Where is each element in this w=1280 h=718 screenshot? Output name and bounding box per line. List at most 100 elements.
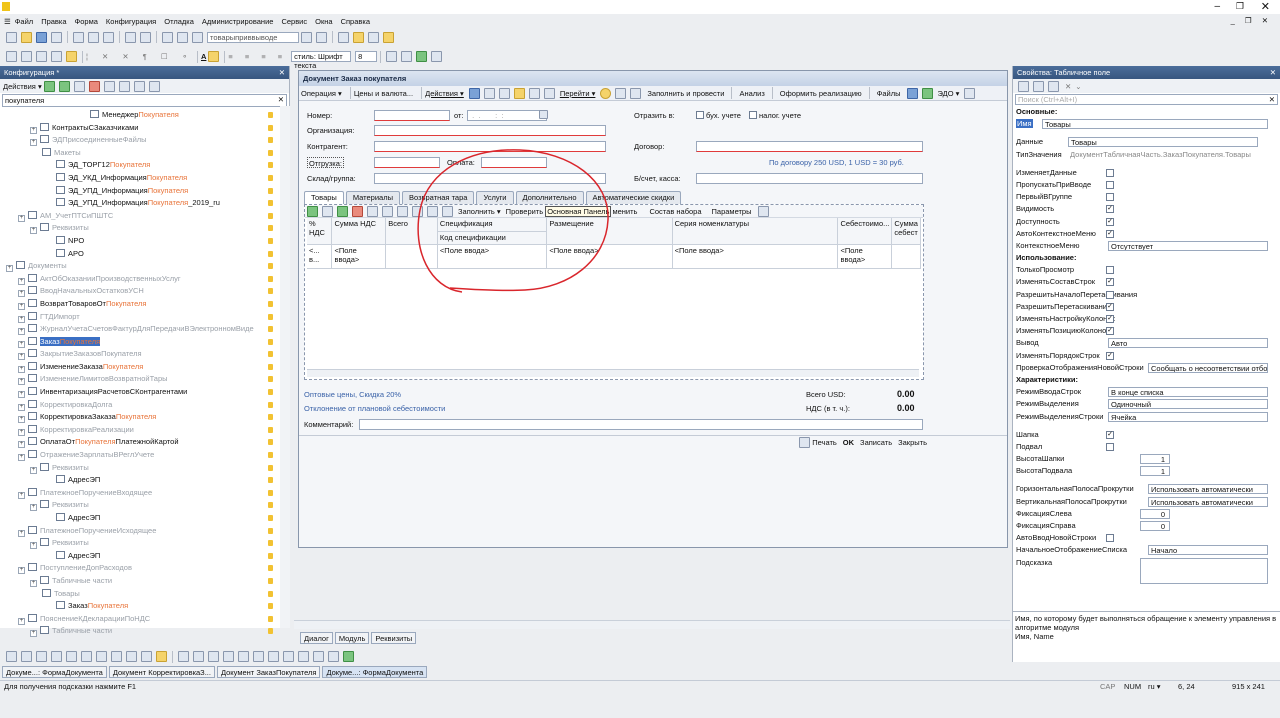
fe-align-center-icon[interactable]	[21, 651, 32, 662]
expand-icon[interactable]: +	[18, 416, 25, 424]
menu-item[interactable]: Форма	[75, 17, 98, 26]
tree-item[interactable]: + ОплатаОтПокупателяПлатежнойКартой	[0, 436, 289, 449]
search-combo[interactable]: товарыприввыводе	[207, 31, 299, 43]
copy-item-icon[interactable]	[73, 80, 85, 92]
config-search-input[interactable]: покупателя ✕	[2, 94, 287, 107]
grid-copy-icon[interactable]	[322, 205, 333, 217]
property-checkbox[interactable]: ✓	[1106, 205, 1114, 214]
outdent-icon[interactable]	[21, 51, 32, 62]
tree-item[interactable]: ЭД_ТОРГ12Покупателя	[0, 159, 289, 172]
new-icon[interactable]	[6, 31, 17, 43]
fe-same-height-icon[interactable]	[111, 651, 122, 662]
org-field[interactable]	[374, 125, 606, 136]
tree-item[interactable]: Товары	[0, 588, 289, 601]
kit-button[interactable]: Состав набора	[649, 207, 701, 216]
expand-icon[interactable]: +	[18, 403, 25, 411]
status-icon[interactable]	[921, 87, 933, 99]
tree-item[interactable]: + ЭДПрисоединенныеФайлы	[0, 134, 289, 147]
fe-space-icon[interactable]	[126, 651, 137, 662]
menu-item[interactable]: Администрирование	[202, 17, 274, 26]
fe-field-icon[interactable]	[208, 651, 219, 662]
property-value[interactable]: ДокументТабличнаяЧасть.ЗаказПокупателя.Т…	[1068, 149, 1268, 160]
fe-list-icon[interactable]	[283, 651, 294, 662]
property-checkbox[interactable]: ✓	[1106, 278, 1114, 287]
edit-icon[interactable]	[58, 80, 70, 92]
module-icon[interactable]	[368, 31, 379, 43]
shape-icon[interactable]	[431, 51, 443, 62]
tree-item[interactable]: + КорректировкаЗаказаПокупателя	[0, 411, 289, 424]
property-checkbox[interactable]	[1106, 442, 1114, 451]
expand-icon[interactable]: +	[18, 328, 25, 336]
sort-icon[interactable]	[133, 80, 145, 92]
comment-field[interactable]	[359, 419, 923, 430]
property-value[interactable]: Ячейка	[1108, 411, 1268, 422]
col-cost-sum[interactable]: Сумма себест	[891, 218, 921, 244]
menu-item[interactable]: Справка	[341, 17, 370, 26]
property-checkbox[interactable]: ✓	[1106, 315, 1114, 323]
tree-item[interactable]: + Реквизиты	[0, 222, 289, 235]
col-series[interactable]: Серия номенклатуры	[672, 218, 839, 244]
property-checkbox[interactable]	[1106, 168, 1114, 177]
search-prev-icon[interactable]	[316, 31, 327, 43]
close-button[interactable]: Закрыть	[898, 438, 927, 447]
expand-icon[interactable]: +	[18, 428, 25, 436]
contract-note[interactable]: По договору 250 USD, 1 USD = 30 руб.	[769, 157, 904, 168]
search-next-icon[interactable]	[301, 31, 312, 43]
task-order[interactable]: Документ ЗаказПокупателя	[216, 665, 321, 678]
tree-item[interactable]: + ПлатежноеПоручениеВходящее	[0, 487, 289, 500]
actions-menu[interactable]: Действия ▾	[3, 82, 42, 91]
menu-item[interactable]: Окна	[315, 17, 332, 26]
fill-post-button[interactable]: Заполнить и провести	[647, 89, 724, 98]
fe-align-top-icon[interactable]	[51, 651, 62, 662]
analysis-button[interactable]: Анализ	[739, 89, 764, 98]
actions-button[interactable]: Действия ▾	[425, 89, 464, 98]
find-icon[interactable]	[192, 31, 203, 43]
tree-item[interactable]: + ПоступлениеДопРасходов	[0, 562, 289, 575]
property-value[interactable]	[1140, 557, 1268, 584]
bookmark-icon[interactable]	[36, 51, 47, 62]
tree-item[interactable]: + КорректировкаРеализации	[0, 424, 289, 437]
table-doc-icon[interactable]	[630, 87, 642, 99]
panel-close-icon[interactable]: ✕	[279, 66, 285, 79]
property-value[interactable]: Использовать автоматически	[1148, 496, 1268, 507]
tree-item[interactable]: ЭД_УПД_ИнформацияПокупателя	[0, 185, 289, 198]
print-button[interactable]: Печать	[812, 438, 837, 447]
task-form-1[interactable]: Докуме...: ФормаДокумента	[2, 665, 107, 678]
expand-icon[interactable]: +	[18, 365, 25, 373]
tree-item[interactable]: + ГТДИмпорт	[0, 311, 289, 324]
property-number[interactable]: 0	[1140, 508, 1170, 519]
fe-align-bottom-icon[interactable]	[81, 651, 92, 662]
expand-icon[interactable]: +	[18, 567, 25, 575]
add-icon[interactable]	[43, 80, 55, 92]
grid-icon[interactable]	[401, 51, 413, 62]
property-value[interactable]: Сообщать о несоответствии отбору	[1148, 362, 1268, 373]
copy-doc-icon[interactable]	[543, 87, 555, 99]
expand-icon[interactable]: +	[30, 466, 37, 474]
table-icon[interactable]	[386, 51, 398, 62]
expand-icon[interactable]: +	[18, 617, 25, 625]
property-checkbox[interactable]	[1106, 180, 1114, 189]
tree-item[interactable]: ЭД_УПД_ИнформацияПокупателя_2019_ru	[0, 197, 289, 210]
grid-more-icon[interactable]	[757, 205, 769, 217]
buh-checkbox[interactable]	[696, 111, 704, 119]
fe-align-right-icon[interactable]	[36, 651, 47, 662]
expand-icon[interactable]: +	[18, 277, 25, 285]
property-value[interactable]: Товары	[1068, 137, 1258, 148]
cut-icon[interactable]	[73, 31, 84, 43]
preview-icon[interactable]	[140, 31, 151, 43]
property-checkbox[interactable]: ✓	[1106, 351, 1114, 360]
property-number[interactable]: 1	[1140, 454, 1170, 465]
expand-icon[interactable]: +	[18, 353, 25, 361]
contract-field[interactable]	[696, 141, 923, 152]
expand-icon[interactable]: +	[30, 579, 37, 587]
expand-icon[interactable]: +	[18, 315, 25, 323]
filter-icon[interactable]	[148, 80, 160, 92]
tree-item[interactable]: АдресЭП	[0, 474, 289, 487]
save-doc-icon[interactable]	[468, 87, 480, 99]
props-close-icon[interactable]: ✕	[1270, 66, 1276, 79]
fontsize-combo[interactable]: 8	[355, 51, 378, 62]
wizard-icon[interactable]	[416, 51, 428, 62]
save-icon[interactable]	[36, 31, 47, 43]
tab-1[interactable]: Материалы	[345, 191, 400, 204]
property-checkbox[interactable]: ✓	[1106, 327, 1114, 336]
